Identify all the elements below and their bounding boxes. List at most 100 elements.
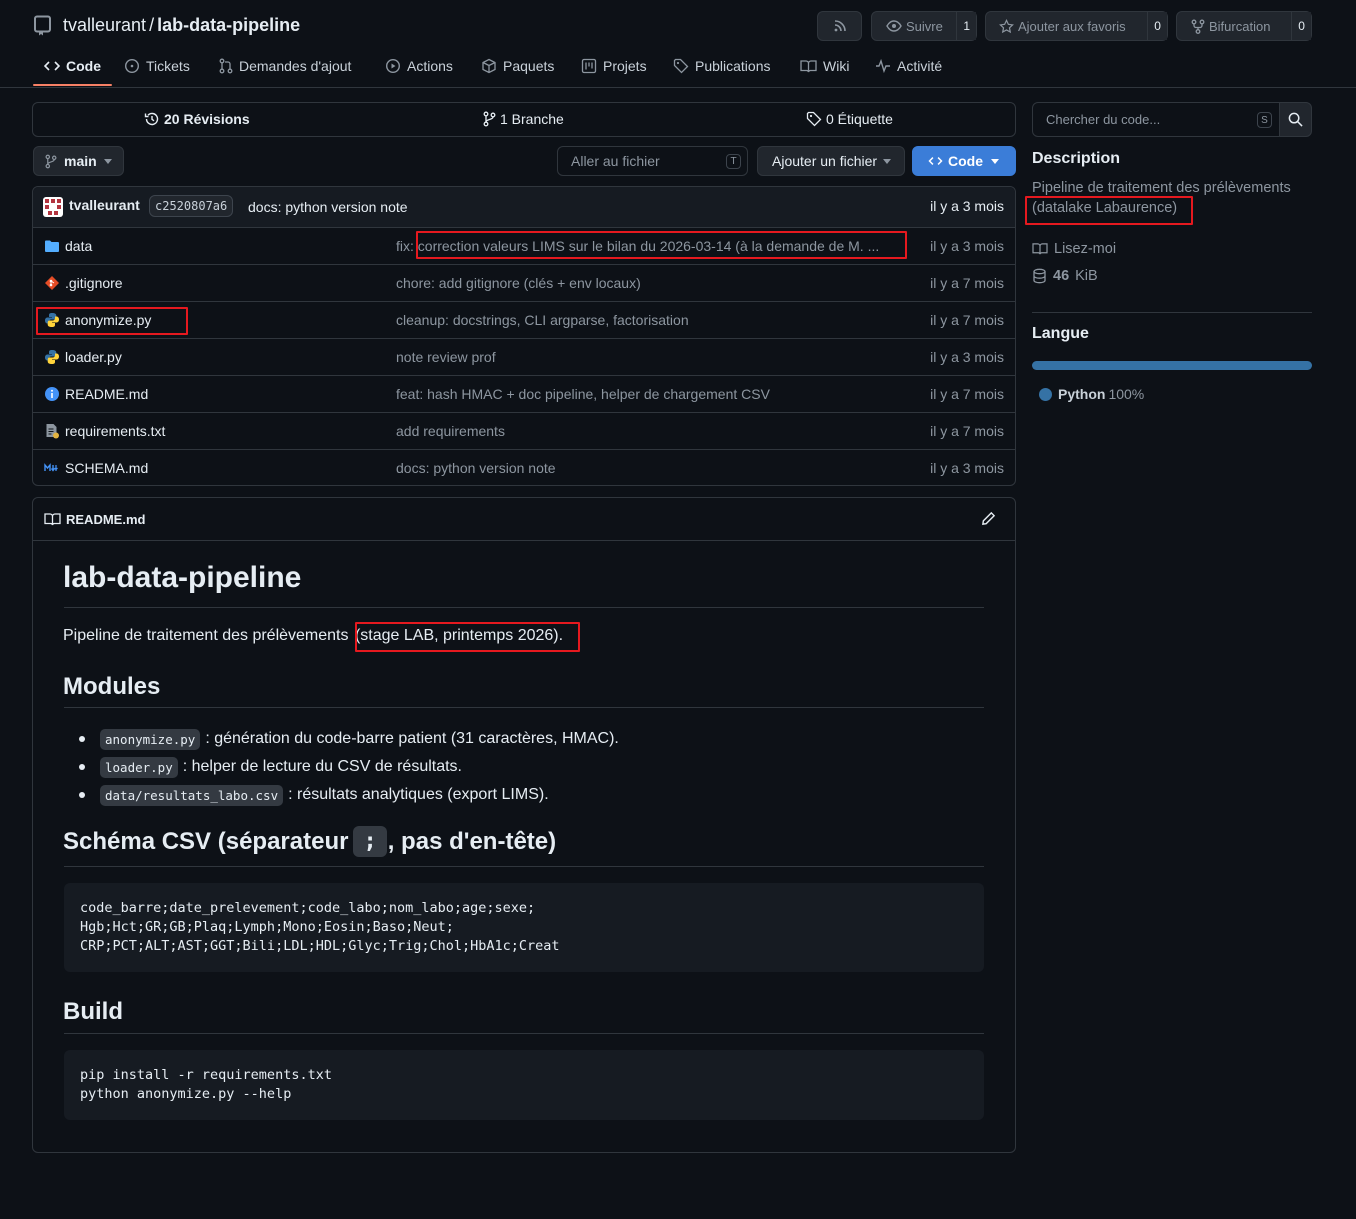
commits-count: 20 Révisions bbox=[164, 111, 250, 127]
branches-link[interactable]: 1 Branche bbox=[483, 111, 564, 127]
code-line: code_barre;date_prelevement;code_labo;no… bbox=[80, 900, 536, 916]
file-date: il y a 3 mois bbox=[930, 349, 1004, 365]
watch-button[interactable]: Suivre 1 bbox=[871, 11, 977, 41]
file-date: il y a 7 mois bbox=[930, 312, 1004, 328]
schema-heading-text-a: Schéma CSV (séparateur bbox=[63, 827, 349, 855]
code-line: Hgb;Hct;GR;GB;Plaq;Lymph;Mono;Eosin;Baso… bbox=[80, 919, 454, 935]
repo-owner-link[interactable]: tvalleurant bbox=[63, 15, 146, 36]
language-item-python[interactable]: Python 100% bbox=[1039, 386, 1144, 402]
star-count[interactable]: 0 bbox=[1147, 12, 1167, 40]
package-icon bbox=[481, 58, 497, 74]
caret-down-icon bbox=[883, 158, 892, 164]
commit-hash[interactable]: c2520807a6 bbox=[149, 195, 234, 217]
file-name[interactable]: data bbox=[65, 238, 92, 254]
commit-author[interactable]: tvalleurant bbox=[69, 197, 140, 213]
readme-link[interactable]: Lisez-moi bbox=[1032, 241, 1116, 257]
rss-button[interactable] bbox=[817, 11, 862, 41]
modules-heading: Modules bbox=[63, 673, 161, 700]
list-item: data/resultats_labo.csv : résultats anal… bbox=[79, 781, 619, 809]
file-row-requirements[interactable]: requirements.txt add requirements il y a… bbox=[33, 412, 1015, 449]
info-icon bbox=[44, 386, 60, 402]
module-description: : résultats analytiques (export LIMS). bbox=[288, 786, 549, 803]
text-file-icon bbox=[44, 423, 60, 439]
readme-tab-label[interactable]: README.md bbox=[66, 512, 145, 527]
tab-activity[interactable]: Activité bbox=[875, 50, 942, 82]
file-name[interactable]: README.md bbox=[65, 386, 148, 402]
file-commit-message[interactable]: docs: python version note bbox=[396, 460, 556, 476]
star-label: Ajouter aux favoris bbox=[1018, 18, 1126, 34]
file-commit-message[interactable]: cleanup: docstrings, CLI argparse, facto… bbox=[396, 312, 689, 328]
eye-icon bbox=[886, 20, 902, 32]
file-row-readme[interactable]: README.md feat: hash HMAC + doc pipeline… bbox=[33, 375, 1015, 412]
code-button[interactable]: Code bbox=[912, 146, 1016, 176]
build-divider bbox=[64, 1033, 984, 1034]
tab-releases[interactable]: Publications bbox=[673, 50, 771, 82]
caret-down-icon bbox=[103, 158, 112, 164]
file-commit-message[interactable]: feat: hash HMAC + doc pipeline, helper d… bbox=[396, 386, 770, 402]
code-search-input[interactable]: Chercher du code... S bbox=[1032, 102, 1280, 137]
caret-down-icon bbox=[991, 158, 999, 164]
highlight-commit-message-data bbox=[416, 231, 907, 259]
file-commit-message[interactable]: chore: add gitignore (clés + env locaux) bbox=[396, 275, 641, 291]
repo-stats-bar: 20 Révisions 1 Branche 0 Étiquette bbox=[32, 102, 1016, 137]
file-commit-message[interactable]: add requirements bbox=[396, 423, 505, 439]
fork-main[interactable]: Bifurcation bbox=[1177, 19, 1291, 34]
file-row-schema[interactable]: SCHEMA.md docs: python version note il y… bbox=[33, 449, 1015, 486]
star-main[interactable]: Ajouter aux favoris bbox=[986, 18, 1147, 34]
tab-projects[interactable]: Projets bbox=[581, 50, 647, 82]
file-date: il y a 3 mois bbox=[930, 460, 1004, 476]
modules-list: anonymize.py : génération du code-barre … bbox=[79, 725, 619, 809]
database-icon bbox=[1032, 268, 1047, 284]
tab-actions[interactable]: Actions bbox=[385, 50, 453, 82]
file-name[interactable]: loader.py bbox=[65, 349, 122, 365]
fork-button[interactable]: Bifurcation 0 bbox=[1176, 11, 1312, 41]
repo-name-link[interactable]: lab-data-pipeline bbox=[157, 15, 300, 36]
star-button[interactable]: Ajouter aux favoris 0 bbox=[985, 11, 1168, 41]
repo-separator: / bbox=[149, 15, 155, 35]
code-line: python anonymize.py --help bbox=[80, 1086, 292, 1102]
tab-wiki[interactable]: Wiki bbox=[800, 50, 849, 82]
code-search-button[interactable] bbox=[1279, 102, 1312, 137]
avatar[interactable] bbox=[43, 197, 63, 217]
tab-wiki-label: Wiki bbox=[823, 58, 850, 74]
file-row-gitignore[interactable]: .gitignore chore: add gitignore (clés + … bbox=[33, 264, 1015, 301]
tab-pull-requests[interactable]: Demandes d'ajout bbox=[219, 50, 351, 82]
tag-icon bbox=[806, 111, 822, 127]
branches-count: 1 Branche bbox=[500, 111, 564, 127]
schema-heading-text-b: , pas d'en-tête) bbox=[387, 827, 557, 855]
branch-select[interactable]: main bbox=[33, 146, 124, 176]
watch-main[interactable]: Suivre bbox=[872, 19, 956, 34]
goto-file-input[interactable]: Aller au fichier T bbox=[557, 146, 748, 176]
tab-issues[interactable]: Tickets bbox=[124, 50, 190, 82]
commits-link[interactable]: 20 Révisions bbox=[144, 111, 250, 127]
description-heading: Description bbox=[1032, 150, 1121, 167]
file-name[interactable]: .gitignore bbox=[65, 275, 123, 291]
branch-icon bbox=[483, 111, 496, 127]
fork-count[interactable]: 0 bbox=[1291, 12, 1311, 40]
watch-count[interactable]: 1 bbox=[956, 12, 976, 40]
git-icon bbox=[44, 275, 60, 291]
commit-date: il y a 3 mois bbox=[930, 198, 1004, 214]
file-name[interactable]: requirements.txt bbox=[65, 423, 165, 439]
add-file-button[interactable]: Ajouter un fichier bbox=[757, 146, 905, 176]
repo-header: tvalleurant / lab-data-pipeline Suivre 1… bbox=[0, 0, 1356, 88]
commit-message[interactable]: docs: python version note bbox=[248, 199, 408, 215]
tab-packages[interactable]: Paquets bbox=[481, 50, 554, 82]
file-row-loader[interactable]: loader.py note review prof il y a 3 mois bbox=[33, 338, 1015, 375]
active-tab-underline bbox=[33, 84, 112, 86]
highlight-readme-intro bbox=[355, 622, 580, 652]
book-icon bbox=[800, 59, 817, 74]
file-name[interactable]: SCHEMA.md bbox=[65, 460, 148, 476]
build-heading: Build bbox=[63, 998, 123, 1025]
tab-activity-label: Activité bbox=[897, 58, 943, 74]
language-name: Python bbox=[1058, 386, 1106, 402]
tab-code[interactable]: Code bbox=[44, 50, 101, 82]
repo-size: 46 KiB bbox=[1032, 268, 1098, 284]
file-date: il y a 7 mois bbox=[930, 423, 1004, 439]
pencil-icon[interactable] bbox=[981, 511, 996, 526]
python-icon bbox=[44, 349, 60, 365]
code-button-label: Code bbox=[948, 153, 983, 169]
file-commit-message[interactable]: note review prof bbox=[396, 349, 496, 365]
repo-title: tvalleurant / lab-data-pipeline bbox=[63, 15, 300, 36]
tags-link[interactable]: 0 Étiquette bbox=[806, 111, 893, 127]
